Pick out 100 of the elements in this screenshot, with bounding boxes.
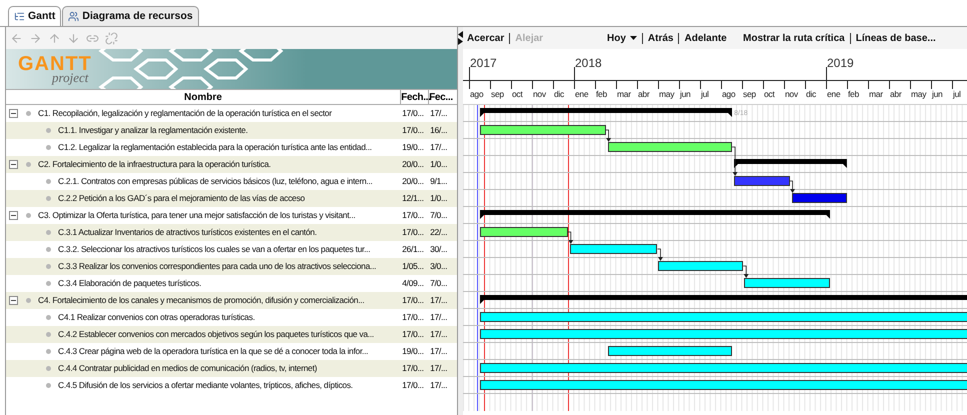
month-label: abr — [890, 88, 902, 101]
start-date-cell-text: 19/0... — [401, 141, 425, 154]
task-name[interactable]: C4.1 Realizar convenios con otras operadoras turísticas. — [58, 311, 255, 324]
task-name[interactable]: C.3.2. Seleccionar los atractivos turísticos los cuales se van a ofertar en los paquetes tur... — [58, 243, 370, 256]
task-bar[interactable] — [608, 142, 732, 152]
month-label: nov — [533, 88, 546, 101]
month-label: may — [659, 88, 674, 101]
end-date-cell-text: 17/... — [429, 328, 448, 341]
task-bar[interactable] — [480, 363, 967, 373]
month-label: mar — [617, 88, 631, 101]
bullet-icon — [46, 230, 51, 235]
task-bar[interactable] — [480, 329, 967, 339]
end-date-cell-text: 22/... — [429, 226, 448, 239]
tab[interactable]: Gantt — [8, 6, 62, 26]
start-date-cell-text: 17/0... — [401, 209, 425, 222]
task-name[interactable]: C.4.2 Establecer convenios con mercados objetivos según los paquetes turísticos que va... — [58, 328, 374, 341]
start-date-cell-text: 20/0... — [401, 158, 425, 171]
bullet-icon — [46, 145, 51, 150]
task-bar[interactable] — [570, 244, 658, 254]
bullet-icon — [46, 196, 51, 201]
start-date-cell-text: 17/0... — [401, 226, 425, 239]
task-name[interactable]: C2. Fortalecimiento de la infraestructura para la operación turística. — [38, 158, 271, 171]
toolbar-link[interactable]: Atrás — [648, 30, 674, 46]
dependency-arrow — [567, 232, 574, 244]
tab[interactable]: Diagrama de recursos — [62, 6, 199, 26]
start-date-cell-text: 1/05... — [401, 260, 425, 273]
start-date-cell-text: 17/0... — [401, 107, 425, 120]
summary-bar[interactable] — [480, 295, 967, 305]
task-name[interactable]: C1.2. Legalizar la reglamentación establecida para la operación turística ante las entidad... — [58, 141, 372, 154]
year-label: 2017 — [470, 55, 497, 72]
month-label: ago — [470, 88, 484, 101]
toolbar-link[interactable]: Mostrar la ruta crítica — [743, 30, 845, 46]
month-label: nov — [785, 88, 798, 101]
task-name[interactable]: C.3.1 Actualizar Inventarios de atractivos turísticos existentes en el cantón. — [58, 226, 317, 239]
month-label: jul — [701, 88, 709, 101]
collapse-icon[interactable] — [9, 109, 18, 118]
splitter-arrows-icon[interactable] — [458, 31, 463, 45]
collapse-icon[interactable] — [9, 211, 18, 220]
start-date-cell-text: 20/0... — [401, 175, 425, 188]
month-label: jul — [953, 88, 961, 101]
end-date-cell-text: 17/... — [429, 107, 448, 120]
task-name[interactable]: C.4.5 Difusión de los servicios a ofertar mediante volantes, trípticos, afiches, dípticos. — [58, 379, 353, 392]
task-name[interactable]: C.4.3 Crear página web de la operadora turística en la que se dé a conocer toda la infor... — [58, 345, 368, 358]
task-bar[interactable] — [480, 380, 967, 390]
bullet-icon — [26, 111, 31, 116]
end-date-cell-text: 3/0... — [429, 260, 448, 273]
task-name[interactable]: C.3.3 Realizar los convenios correspondientes para cada uno de los atractivos selecciona... — [58, 260, 376, 273]
month-label: jun — [680, 88, 690, 101]
today-dropdown[interactable]: Hoy — [607, 30, 637, 46]
task-bar[interactable] — [744, 278, 830, 288]
toolbar-link[interactable]: Adelante — [684, 30, 727, 46]
start-date-cell-text: 17/0... — [401, 379, 425, 392]
task-name[interactable]: C1. Recopilación, legalización y reglamentación de la operación turística en el sector — [38, 107, 332, 120]
task-bar[interactable] — [658, 261, 744, 271]
end-date-cell-text: 17/... — [429, 294, 448, 307]
start-date-cell-text: 12/1... — [401, 192, 425, 205]
task-bar[interactable] — [608, 346, 732, 356]
task-name[interactable]: C.4.4 Contratar publicidad en medios de comunicación (radios, tv, internet) — [58, 362, 317, 375]
month-label: ene — [575, 88, 588, 101]
dependency-arrow — [789, 180, 796, 193]
task-name[interactable]: C1.1. Investigar y analizar la reglamentación existente. — [58, 124, 248, 137]
end-date-cell-text: 17/... — [429, 379, 448, 392]
task-bar[interactable] — [480, 125, 606, 135]
month-label: feb — [848, 88, 859, 101]
end-date-cell-text: 16/... — [429, 124, 448, 137]
task-name[interactable]: C4. Fortalecimiento de los canales y mecanismos de promoción, difusión y comercialización... — [38, 294, 364, 307]
end-date-cell-text: 17/... — [429, 362, 448, 375]
summary-bar[interactable] — [734, 159, 847, 169]
task-bar[interactable] — [480, 312, 967, 322]
dependency-arrow — [732, 146, 738, 176]
logo-title: GANTT — [18, 54, 92, 74]
month-label: mar — [869, 88, 883, 101]
start-date-cell-text: 4/09... — [401, 277, 425, 290]
start-date-cell-text: 17/0... — [401, 311, 425, 324]
summary-bar[interactable] — [480, 108, 732, 118]
column-header[interactable]: Fec... — [429, 90, 457, 104]
toolbar-link[interactable]: Acercar — [467, 30, 504, 46]
task-name[interactable]: C.3.4 Elaboración de paquetes turísticos. — [58, 277, 202, 290]
end-date-cell-text: 17/... — [429, 311, 448, 324]
end-date-cell-text: 7/0... — [429, 277, 448, 290]
task-name[interactable]: C3. Optimizar la Oferta turística, para tener una mejor satisfacción de los turistas y visitant... — [38, 209, 356, 222]
start-date-cell-text: 17/0... — [401, 362, 425, 375]
bullet-icon — [26, 213, 31, 218]
collapse-icon[interactable] — [9, 160, 18, 169]
task-name[interactable]: C.2.1. Contratos con empresas públicas de servicios básicos (luz, teléfono, agua e intern... — [58, 175, 372, 188]
summary-bar[interactable] — [480, 210, 830, 220]
start-date-cell-text: 17/0... — [401, 124, 425, 137]
end-date-cell-text: 7/0... — [429, 209, 448, 222]
tree-list-icon — [14, 11, 25, 22]
bullet-icon — [46, 247, 51, 252]
collapse-icon[interactable] — [9, 296, 18, 305]
task-name[interactable]: C.2.2 Petición a los GAD´s para el mejoramiento de las vías de acceso — [58, 192, 305, 205]
month-label: oct — [512, 88, 522, 101]
task-bar[interactable] — [480, 227, 568, 237]
bullet-icon — [46, 281, 51, 286]
dependency-arrow — [605, 130, 612, 142]
column-header[interactable]: Nombre — [6, 90, 402, 104]
people-icon — [68, 11, 80, 22]
toolbar-link[interactable]: Líneas de base... — [856, 30, 936, 46]
column-header[interactable]: Fech... — [401, 90, 430, 104]
